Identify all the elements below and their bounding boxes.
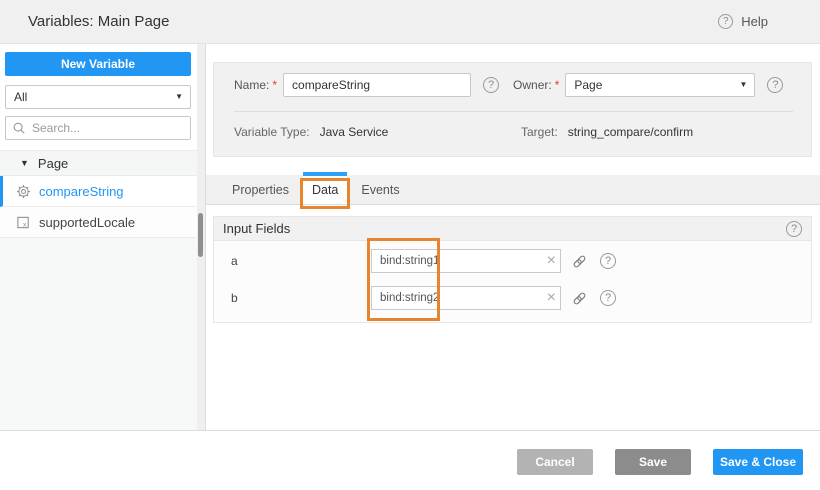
sidebar-scrollbar-thumb[interactable] [198,213,203,257]
input-fields-header: Input Fields [214,217,811,241]
tree-item-supportedlocale[interactable]: x supportedLocale [0,207,198,238]
field-b-binding-input[interactable] [371,286,561,310]
field-a-binding-input[interactable] [371,249,561,273]
bind-link-icon[interactable] [572,291,587,306]
variable-type-value: Java Service [320,125,389,139]
search-icon [12,121,26,135]
save-and-close-button[interactable]: Save & Close [713,449,803,475]
field-b-help-icon[interactable] [600,290,616,306]
chevron-down-icon [739,81,747,89]
form-divider [234,111,793,112]
name-input[interactable] [283,73,471,97]
input-field-row-a: a [214,249,811,273]
search-box [5,116,191,140]
dialog-header: Variables: Main Page Help [0,0,820,44]
owner-select-value: Page [574,78,602,92]
help-label: Help [741,14,768,29]
name-label: Name: [234,78,269,92]
tree-item-label: compareString [39,184,124,199]
java-service-icon [16,184,31,199]
owner-label: Owner: [513,78,552,92]
field-a-help-icon[interactable] [600,253,616,269]
name-required-marker: * [272,78,277,92]
input-field-row-b: b [214,286,811,310]
variable-icon: x [16,215,31,230]
input-fields-help-icon[interactable] [786,221,802,237]
owner-required-marker: * [555,78,560,92]
target-value: string_compare/confirm [568,125,693,139]
sidebar-empty-area [0,238,197,430]
variables-dialog: Variables: Main Page Help New Variable A… [0,0,820,490]
bind-link-icon[interactable] [572,254,587,269]
tab-properties[interactable]: Properties [218,175,303,204]
detail-tab-bar: Properties Data Events [206,175,820,205]
field-b-label: b [231,291,371,305]
sidebar-scrollbar-track[interactable] [197,44,205,430]
tree-item-comparestring[interactable]: compareString [0,176,198,207]
page-title: Variables: Main Page [28,13,169,30]
input-fields-panel: Input Fields a [213,216,812,323]
data-tab-content: Input Fields a [206,205,820,430]
name-help-icon[interactable] [483,77,499,93]
help-button[interactable]: Help [718,14,768,29]
variables-sidebar: New Variable All Page [0,44,206,430]
owner-help-icon[interactable] [767,77,783,93]
tree-item-label: supportedLocale [39,215,135,230]
tab-events[interactable]: Events [347,175,413,204]
new-variable-button[interactable]: New Variable [5,52,191,76]
cancel-button[interactable]: Cancel [517,449,593,475]
tab-data-label: Data [312,183,338,197]
save-button[interactable]: Save [615,449,691,475]
target-label: Target: [521,125,558,139]
tree-group-label: Page [38,156,68,171]
filter-select[interactable]: All [5,85,191,109]
clear-icon[interactable] [547,290,556,306]
tree-group-page[interactable]: Page [0,150,198,176]
search-input[interactable] [5,116,191,140]
help-icon [718,14,733,29]
collapse-arrow-icon[interactable] [20,159,29,168]
variable-detail-panel: Name: * Owner: * Page Variable Type: Jav… [206,44,820,430]
variables-tree: Page compareString [0,150,198,238]
filter-select-value: All [14,90,27,104]
variable-summary-form: Name: * Owner: * Page Variable Type: Jav… [213,62,812,157]
variable-type-label: Variable Type: [234,125,310,139]
input-fields-title: Input Fields [223,221,290,236]
tab-data[interactable]: Data [303,175,347,204]
field-a-label: a [231,254,371,268]
dialog-footer: Cancel Save Save & Close [0,430,820,490]
chevron-down-icon [175,93,183,101]
owner-select[interactable]: Page [565,73,755,97]
clear-icon[interactable] [547,253,556,269]
